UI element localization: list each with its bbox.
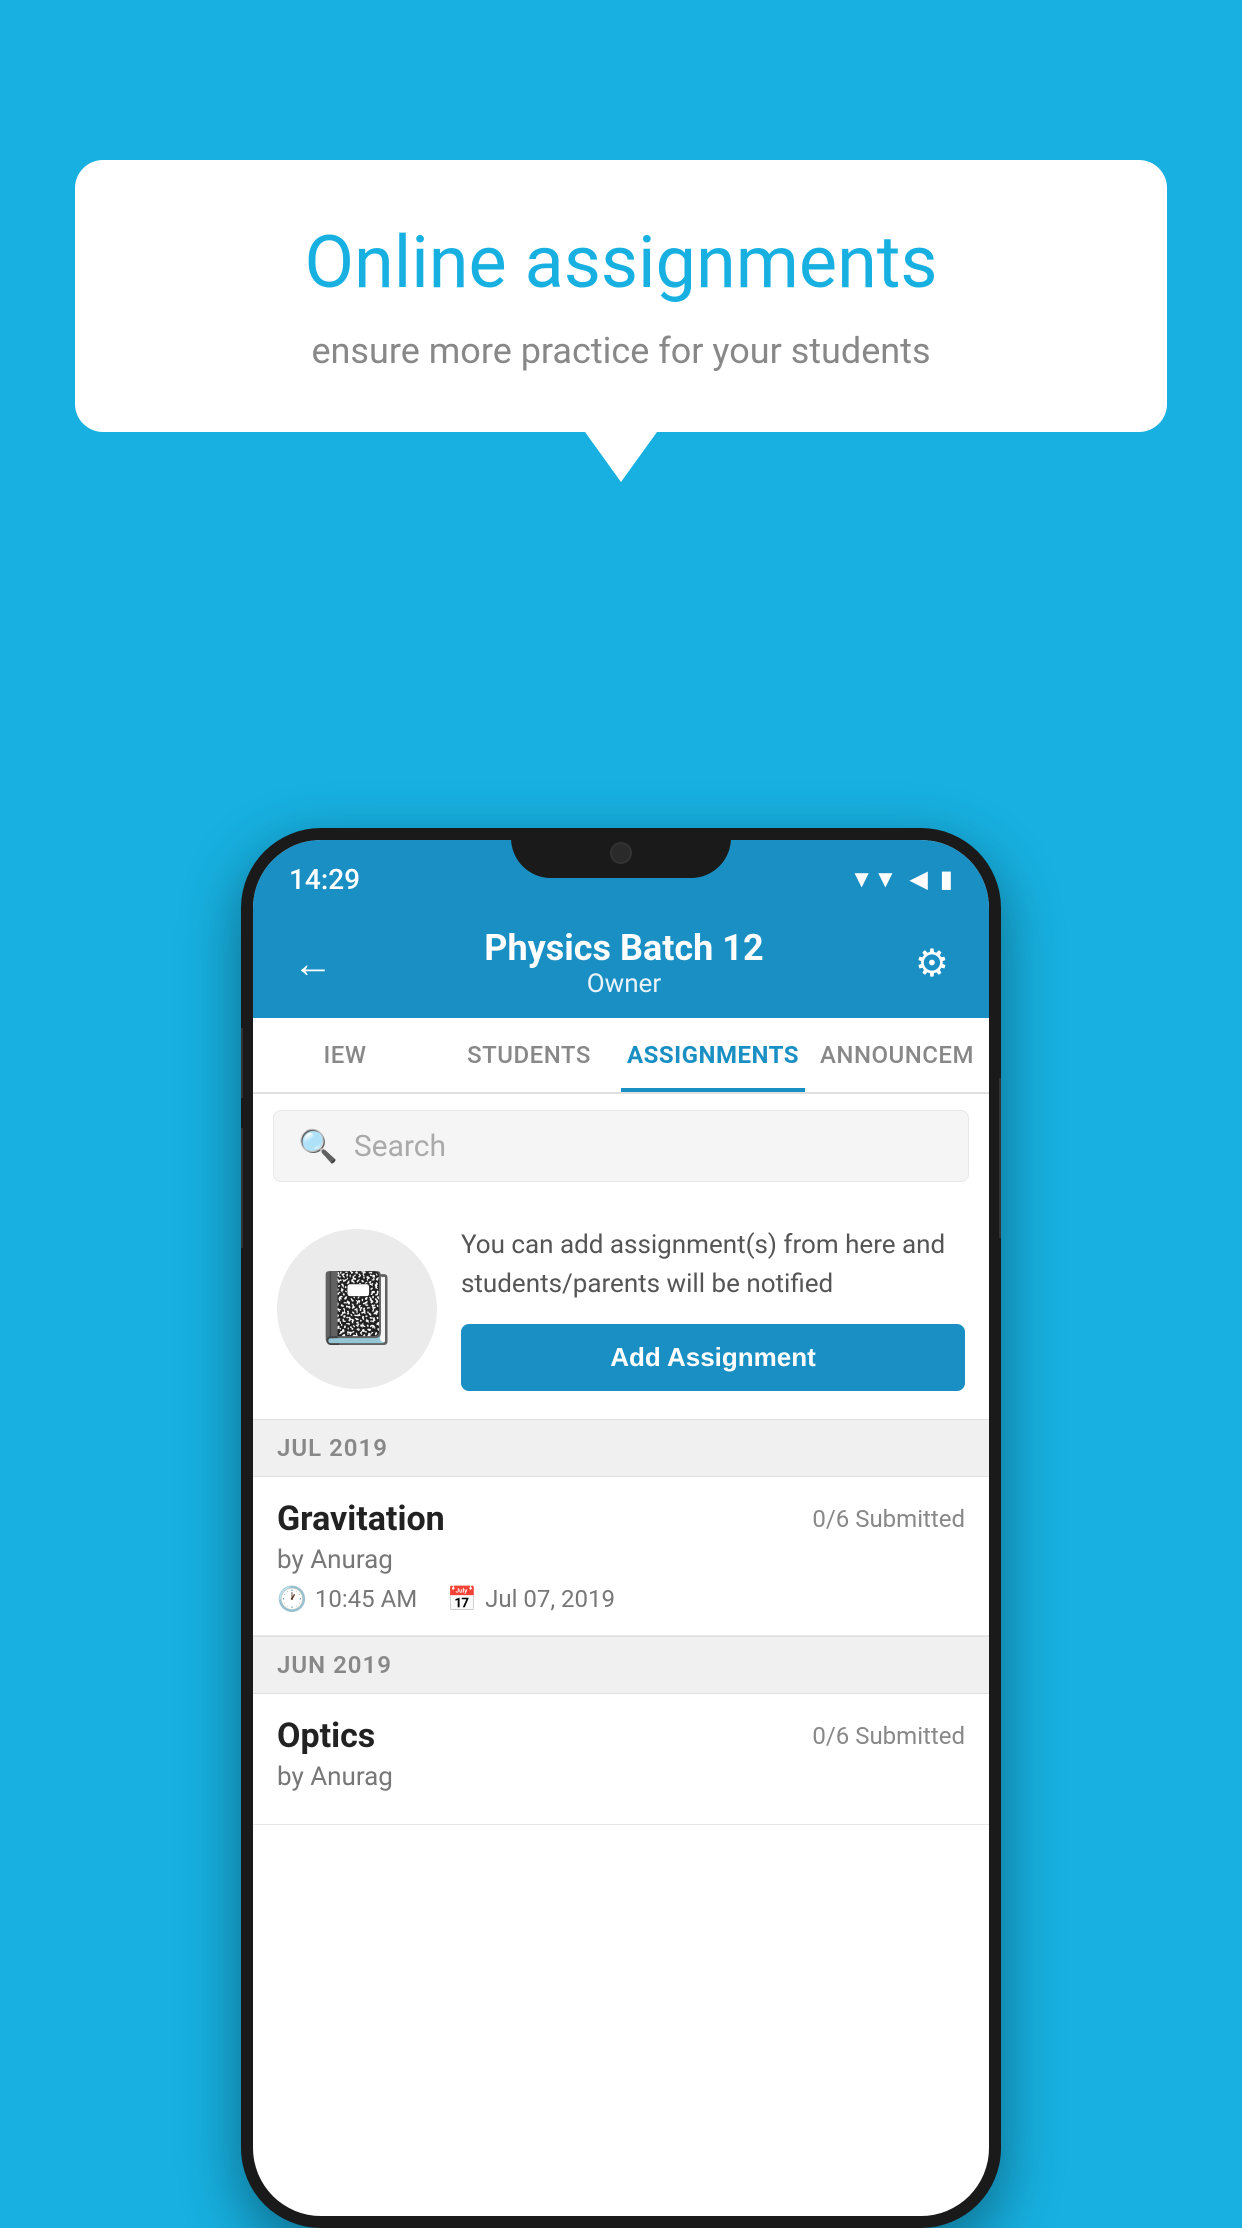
- settings-icon[interactable]: ⚙: [905, 931, 959, 996]
- wifi-icon: ▼▼: [850, 865, 898, 894]
- screen-content: 🔍 Search 📓 You can add assignment(s) fro…: [253, 1094, 989, 1825]
- nav-subtitle: Owner: [343, 969, 905, 999]
- calendar-icon: 📅: [447, 1585, 477, 1613]
- assignment-date: Jul 07, 2019: [485, 1585, 615, 1613]
- section-jul-2019: JUL 2019: [253, 1419, 989, 1477]
- tab-announcements[interactable]: ANNOUNCEM: [805, 1018, 989, 1092]
- speech-bubble: Online assignments ensure more practice …: [75, 160, 1167, 432]
- phone-screen: 14:29 ▼▼ ◀ ▮ ← Physics Batch 12 Owner ⚙: [253, 840, 989, 2216]
- notebook-icon: 📓: [313, 1268, 400, 1350]
- status-icons: ▼▼ ◀ ▮: [850, 865, 953, 894]
- search-container: 🔍 Search: [253, 1094, 989, 1198]
- tab-students[interactable]: STUDENTS: [437, 1018, 621, 1092]
- assignment-time: 10:45 AM: [315, 1585, 417, 1613]
- speech-bubble-container: Online assignments ensure more practice …: [75, 160, 1167, 482]
- promo-card: 📓 You can add assignment(s) from here an…: [253, 1198, 989, 1419]
- phone-volume-up-button: [241, 1028, 243, 1098]
- assignment-author: by Anurag: [277, 1545, 965, 1575]
- signal-icon: ◀: [909, 865, 927, 893]
- meta-date: 📅 Jul 07, 2019: [447, 1585, 615, 1613]
- search-icon: 🔍: [298, 1127, 338, 1165]
- promo-icon-circle: 📓: [277, 1229, 437, 1389]
- add-assignment-button[interactable]: Add Assignment: [461, 1324, 965, 1391]
- search-bar[interactable]: 🔍 Search: [273, 1110, 969, 1182]
- assignment-row-top: Gravitation 0/6 Submitted: [277, 1499, 965, 1539]
- assignment-row-top-optics: Optics 0/6 Submitted: [277, 1716, 965, 1756]
- assignment-meta: 🕐 10:45 AM 📅 Jul 07, 2019: [277, 1585, 965, 1613]
- promo-text-area: You can add assignment(s) from here and …: [461, 1226, 965, 1391]
- search-input[interactable]: Search: [354, 1129, 446, 1164]
- phone-frame: 14:29 ▼▼ ◀ ▮ ← Physics Batch 12 Owner ⚙: [241, 828, 1001, 2228]
- back-button[interactable]: ←: [283, 930, 343, 997]
- assignment-title: Gravitation: [277, 1499, 445, 1539]
- section-jun-2019: JUN 2019: [253, 1636, 989, 1694]
- assignment-submitted-optics: 0/6 Submitted: [812, 1722, 965, 1750]
- assignment-item-optics[interactable]: Optics 0/6 Submitted by Anurag: [253, 1694, 989, 1825]
- assignment-author-optics: by Anurag: [277, 1762, 965, 1792]
- speech-bubble-arrow: [585, 432, 657, 482]
- tab-bar: IEW STUDENTS ASSIGNMENTS ANNOUNCEM: [253, 1018, 989, 1094]
- speech-bubble-subtitle: ensure more practice for your students: [145, 330, 1097, 372]
- tab-overview[interactable]: IEW: [253, 1018, 437, 1092]
- meta-time: 🕐 10:45 AM: [277, 1585, 417, 1613]
- phone-volume-down-button: [241, 1128, 243, 1248]
- phone-power-button: [999, 1078, 1001, 1238]
- top-nav: ← Physics Batch 12 Owner ⚙: [253, 908, 989, 1018]
- battery-icon: ▮: [940, 865, 953, 893]
- nav-title: Physics Batch 12: [343, 927, 905, 969]
- assignment-item-gravitation[interactable]: Gravitation 0/6 Submitted by Anurag 🕐 10…: [253, 1477, 989, 1636]
- tab-assignments[interactable]: ASSIGNMENTS: [621, 1018, 805, 1092]
- promo-description: You can add assignment(s) from here and …: [461, 1226, 965, 1304]
- phone-camera: [610, 842, 632, 864]
- nav-title-container: Physics Batch 12 Owner: [343, 927, 905, 999]
- phone-notch: [511, 828, 731, 878]
- assignment-submitted: 0/6 Submitted: [812, 1505, 965, 1533]
- status-time: 14:29: [289, 863, 360, 896]
- clock-icon: 🕐: [277, 1585, 307, 1613]
- speech-bubble-title: Online assignments: [145, 220, 1097, 306]
- phone-container: 14:29 ▼▼ ◀ ▮ ← Physics Batch 12 Owner ⚙: [241, 828, 1001, 2228]
- assignment-title-optics: Optics: [277, 1716, 375, 1756]
